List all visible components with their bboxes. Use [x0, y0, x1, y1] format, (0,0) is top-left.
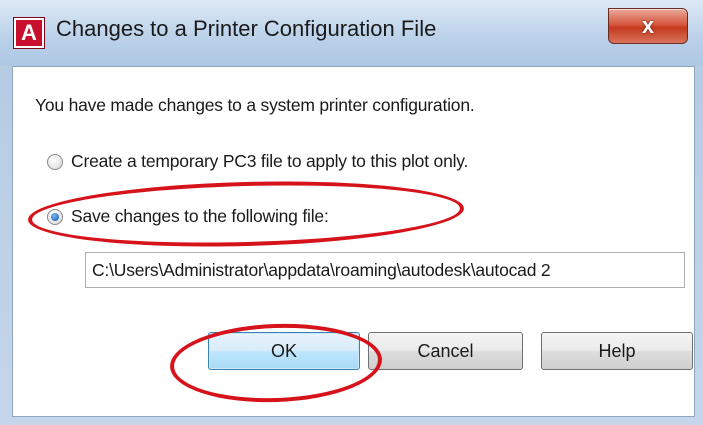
- dialog-message: You have made changes to a system printe…: [35, 95, 475, 115]
- option-temporary-pc3-label: Create a temporary PC3 file to apply to …: [71, 151, 469, 171]
- ok-button[interactable]: OK: [208, 332, 360, 370]
- autocad-app-icon: A: [14, 18, 44, 48]
- close-button[interactable]: x: [608, 8, 688, 44]
- radio-save-changes[interactable]: [47, 208, 63, 225]
- dialog-window: A Changes to a Printer Configuration Fil…: [0, 0, 703, 425]
- option-save-changes[interactable]: Save changes to the following file:: [47, 206, 329, 227]
- option-temporary-pc3[interactable]: Create a temporary PC3 file to apply to …: [47, 151, 468, 172]
- radio-temporary-pc3[interactable]: [47, 153, 63, 170]
- window-title: Changes to a Printer Configuration File: [56, 16, 437, 41]
- file-path-field[interactable]: C:\Users\Administrator\appdata\roaming\a…: [85, 252, 685, 288]
- cancel-button[interactable]: Cancel: [368, 332, 523, 370]
- close-icon: x: [641, 13, 655, 38]
- option-save-changes-label: Save changes to the following file:: [71, 206, 329, 226]
- dialog-body: You have made changes to a system printe…: [12, 66, 695, 417]
- file-path-value: C:\Users\Administrator\appdata\roaming\a…: [92, 259, 551, 280]
- help-button[interactable]: Help: [541, 332, 693, 370]
- title-bar[interactable]: A Changes to a Printer Configuration Fil…: [0, 0, 703, 66]
